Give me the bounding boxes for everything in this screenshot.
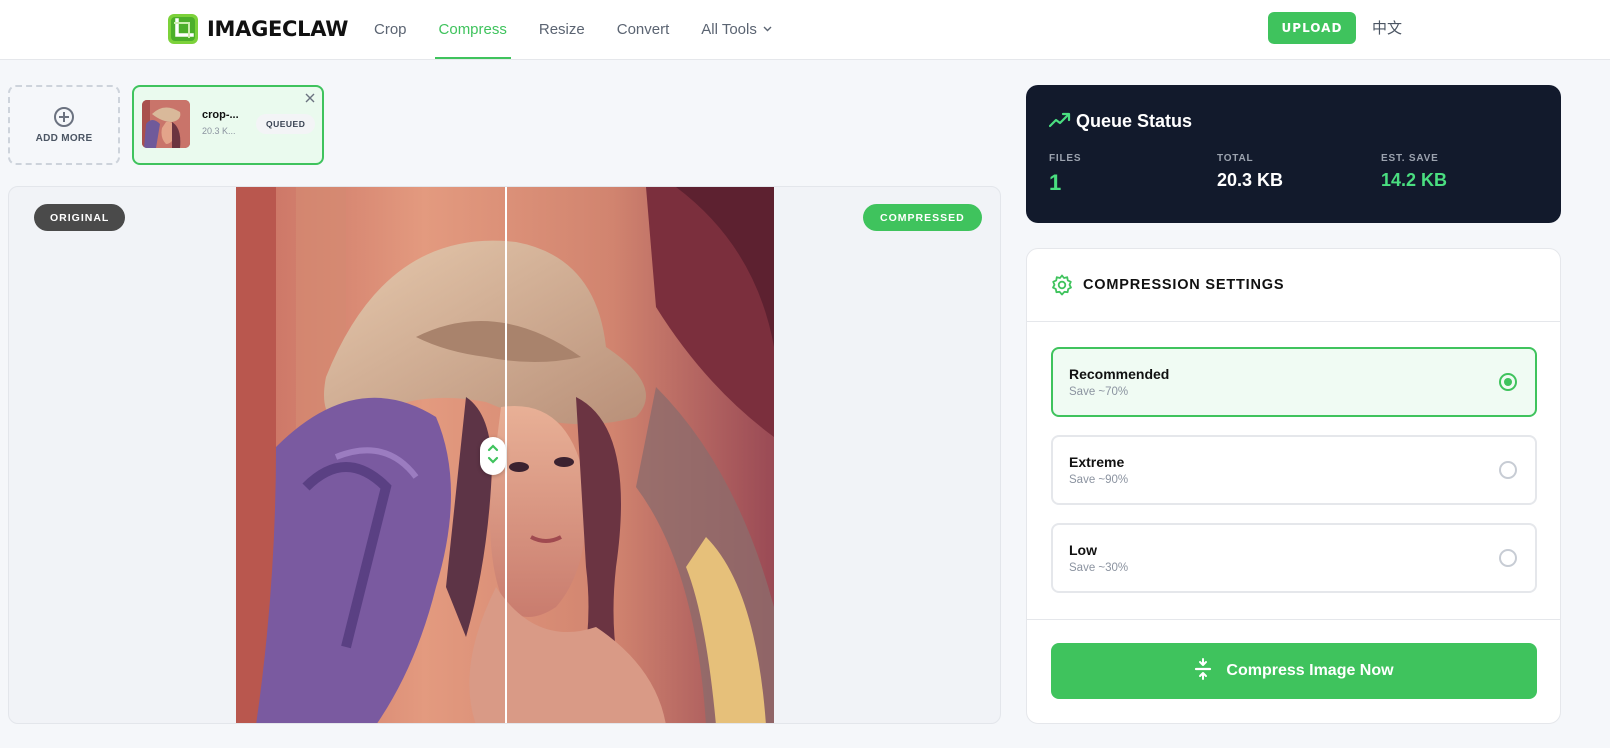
compressed-badge: COMPRESSED bbox=[863, 204, 982, 231]
option-recommended-sub: Save ~70% bbox=[1069, 386, 1129, 398]
option-low-sub: Save ~30% bbox=[1069, 562, 1129, 574]
file-name: crop-... bbox=[202, 109, 239, 121]
nav-compress-label: Compress bbox=[438, 21, 507, 38]
nav-all-tools[interactable]: All Tools bbox=[697, 0, 776, 59]
gear-icon bbox=[1051, 274, 1073, 301]
stat-total: TOTAL 20.3 KB bbox=[1217, 153, 1283, 191]
compress-icon bbox=[1194, 657, 1212, 685]
divider bbox=[1027, 619, 1560, 620]
nav-resize[interactable]: Resize bbox=[535, 0, 589, 59]
file-thumbnail bbox=[142, 100, 190, 148]
option-low[interactable]: Low Save ~30% bbox=[1051, 523, 1537, 593]
settings-title: COMPRESSION SETTINGS bbox=[1083, 277, 1285, 293]
option-extreme-sub: Save ~90% bbox=[1069, 474, 1129, 486]
original-badge: ORIGINAL bbox=[34, 204, 126, 231]
compression-settings-panel: COMPRESSION SETTINGS Recommended Save ~7… bbox=[1026, 248, 1561, 724]
option-extreme[interactable]: Extreme Save ~90% bbox=[1051, 435, 1537, 505]
nav-resize-label: Resize bbox=[538, 21, 585, 38]
drag-handle-icon bbox=[487, 442, 499, 471]
logo-icon bbox=[168, 14, 198, 44]
nav-compress[interactable]: Compress bbox=[434, 0, 512, 59]
nav-convert-label: Convert bbox=[616, 21, 670, 38]
nav-crop[interactable]: Crop bbox=[370, 0, 411, 59]
brand-logo[interactable]: IMAGECLAW bbox=[168, 13, 348, 45]
settings-header: COMPRESSION SETTINGS bbox=[1027, 249, 1560, 322]
compress-image-button[interactable]: Compress Image Now bbox=[1051, 643, 1537, 699]
top-nav-bar: IMAGECLAW Crop Compress Resize Convert A… bbox=[0, 0, 1610, 60]
stat-est-save-label: EST. SAVE bbox=[1381, 153, 1439, 164]
nav-crop-label: Crop bbox=[374, 21, 407, 38]
chevron-down-icon bbox=[763, 24, 772, 35]
nav-convert[interactable]: Convert bbox=[613, 0, 674, 59]
upload-button[interactable]: UPLOAD bbox=[1268, 12, 1356, 44]
stat-est-save-value: 14.2 KB bbox=[1381, 170, 1448, 190]
radio-recommended[interactable] bbox=[1499, 373, 1517, 391]
stat-total-value: 20.3 KB bbox=[1217, 170, 1284, 190]
stat-total-label: TOTAL bbox=[1217, 153, 1254, 164]
close-icon[interactable] bbox=[305, 91, 315, 106]
compare-slider-handle[interactable] bbox=[480, 437, 506, 475]
stat-est-save: EST. SAVE 14.2 KB bbox=[1381, 153, 1447, 191]
queue-status-title: Queue Status bbox=[1076, 111, 1193, 131]
option-recommended[interactable]: Recommended Save ~70% bbox=[1051, 347, 1537, 417]
stat-files-label: FILES bbox=[1049, 153, 1082, 164]
stat-files-value: 1 bbox=[1049, 170, 1062, 195]
main-nav: Crop Compress Resize Convert All Tools bbox=[370, 0, 800, 60]
status-badge: QUEUED bbox=[256, 114, 316, 134]
trending-up-icon bbox=[1048, 112, 1071, 133]
image-compare-viewer: ORIGINAL COMPRESSED bbox=[8, 186, 1001, 724]
queued-file-card[interactable]: crop-... 20.3 K... QUEUED bbox=[132, 85, 324, 165]
stat-files: FILES 1 bbox=[1049, 153, 1081, 196]
option-low-label: Low bbox=[1069, 542, 1097, 558]
file-size: 20.3 K... bbox=[202, 126, 236, 136]
radio-extreme[interactable] bbox=[1499, 461, 1517, 479]
nav-all-tools-label: All Tools bbox=[701, 21, 757, 38]
radio-low[interactable] bbox=[1499, 549, 1517, 567]
plus-circle-icon bbox=[54, 106, 74, 127]
brand-name: IMAGECLAW bbox=[207, 17, 349, 41]
language-switch[interactable]: 中文 bbox=[1372, 17, 1402, 38]
compress-button-label: Compress Image Now bbox=[1226, 662, 1394, 679]
option-extreme-label: Extreme bbox=[1069, 454, 1125, 470]
queue-status-panel: Queue Status FILES 1 TOTAL 20.3 KB EST. … bbox=[1026, 85, 1561, 223]
add-more-label: ADD MORE bbox=[35, 132, 93, 144]
add-more-button[interactable]: ADD MORE bbox=[8, 85, 120, 165]
option-recommended-label: Recommended bbox=[1069, 366, 1170, 382]
